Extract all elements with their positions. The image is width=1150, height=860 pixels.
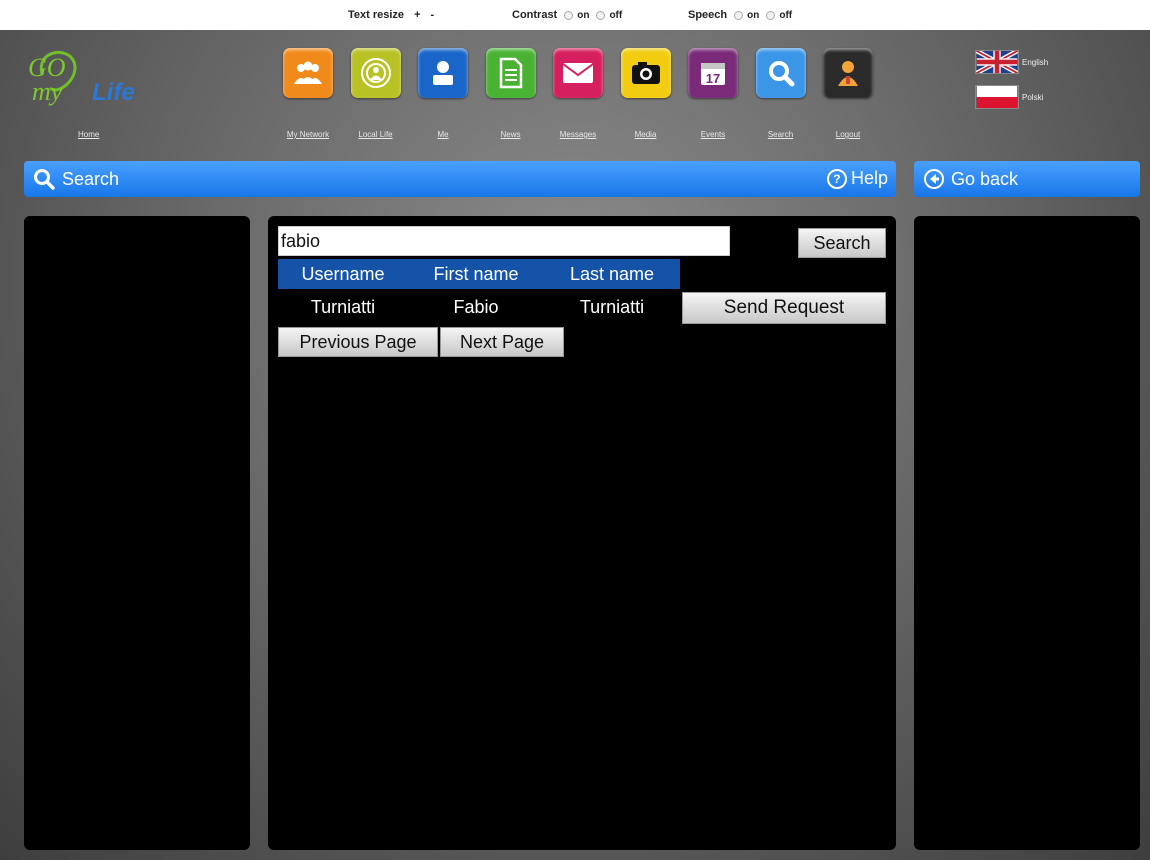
help-button[interactable]: ? Help [826, 168, 888, 189]
nav-tile-local-life[interactable] [350, 48, 401, 98]
english-label: English [1022, 57, 1049, 67]
contrast-off-radio[interactable] [596, 10, 606, 20]
table-row: Turniatti Fabio Turniatti [278, 292, 680, 322]
go-back-button[interactable]: Go back [914, 161, 1140, 197]
nav-label-my-network[interactable]: My Network [287, 130, 329, 139]
nav-tile-media[interactable] [620, 48, 671, 98]
text-resize-label: Text resize [348, 9, 405, 21]
contrast-label: Contrast [512, 9, 558, 21]
contrast-group: Contrast on off [512, 9, 622, 21]
calendar-icon: 17 [698, 58, 728, 88]
contrast-on-label: on [577, 9, 590, 21]
column-last-name: Last name [569, 263, 655, 284]
nav-tile-me[interactable] [418, 48, 468, 98]
nav-tile-messages[interactable] [553, 48, 603, 98]
help-icon: ? [826, 168, 847, 189]
page-title: Search [62, 168, 120, 189]
speech-group: Speech on off [688, 9, 792, 21]
camera-icon [630, 60, 662, 86]
logout-icon [833, 58, 863, 88]
next-page-button[interactable]: Next Page [440, 327, 564, 357]
nav-label-news[interactable]: News [500, 130, 520, 139]
svg-text:17: 17 [706, 71, 720, 86]
contrast-on-radio[interactable] [564, 10, 574, 20]
nav-label-messages[interactable]: Messages [560, 130, 596, 139]
speech-on-label: on [747, 9, 760, 21]
nav-tile-search[interactable] [755, 48, 806, 98]
nav-tile-events[interactable]: 17 [688, 48, 738, 98]
search-button[interactable]: Search [798, 228, 886, 258]
nav-tile-logout[interactable] [823, 48, 873, 98]
nav-label-events[interactable]: Events [701, 130, 725, 139]
speech-off-label: off [779, 9, 793, 21]
svg-text:my: my [32, 77, 63, 106]
speech-on-radio[interactable] [734, 10, 744, 20]
target-icon [359, 56, 393, 90]
language-english[interactable]: English [975, 50, 1048, 74]
left-panel [24, 216, 250, 850]
back-arrow-icon [924, 169, 944, 189]
column-first-name: First name [433, 263, 519, 284]
speech-label: Speech [688, 9, 728, 21]
person-icon [428, 58, 458, 88]
nav-tile-my-network[interactable] [283, 48, 333, 98]
nav-tile-news[interactable] [485, 48, 536, 98]
home-link[interactable]: Home [78, 130, 99, 139]
app-frame: GO my Life Home My Network Local Life Me Ne… [0, 30, 1150, 860]
uk-flag-icon [975, 50, 1019, 74]
cell-last-name: Turniatti [579, 296, 645, 317]
magnifier-icon [766, 58, 796, 88]
previous-page-button[interactable]: Previous Page [278, 327, 438, 357]
polski-label: Polski [1022, 92, 1044, 102]
language-polski[interactable]: Polski [975, 85, 1043, 109]
help-label: Help [850, 168, 888, 188]
document-icon [497, 57, 525, 89]
nav-label-media[interactable]: Media [635, 130, 657, 139]
cell-first-name: Fabio [453, 296, 499, 317]
go-back-label: Go back [951, 168, 1019, 189]
people-icon [291, 60, 325, 86]
cell-username: Turniatti [310, 296, 376, 317]
right-panel [914, 216, 1140, 850]
accessibility-toolbar: Text resize + - Contrast on off Speech o… [0, 0, 1150, 30]
svg-text:Life: Life [92, 79, 135, 106]
search-header-bar: Search ? Help [24, 161, 896, 197]
send-request-button[interactable]: Send Request [682, 292, 886, 324]
column-username: Username [301, 263, 385, 284]
envelope-icon [561, 61, 595, 85]
poland-flag-icon [975, 85, 1019, 109]
nav-label-local-life[interactable]: Local Life [358, 130, 392, 139]
text-decrease-button[interactable]: - [431, 9, 435, 21]
search-icon [34, 169, 55, 190]
nav-label-me[interactable]: Me [437, 130, 448, 139]
text-increase-button[interactable]: + [414, 9, 420, 21]
speech-off-radio[interactable] [766, 10, 776, 20]
text-resize-group: Text resize + - [348, 9, 434, 21]
results-header: Username First name Last name [278, 259, 680, 289]
search-input[interactable] [278, 226, 730, 256]
main-panel: Search Username First name Last name Tur… [268, 216, 896, 850]
nav-label-search[interactable]: Search [768, 130, 793, 139]
nav-label-logout[interactable]: Logout [836, 130, 860, 139]
gomylife-logo[interactable]: GO my Life [28, 44, 178, 114]
contrast-off-label: off [609, 9, 623, 21]
